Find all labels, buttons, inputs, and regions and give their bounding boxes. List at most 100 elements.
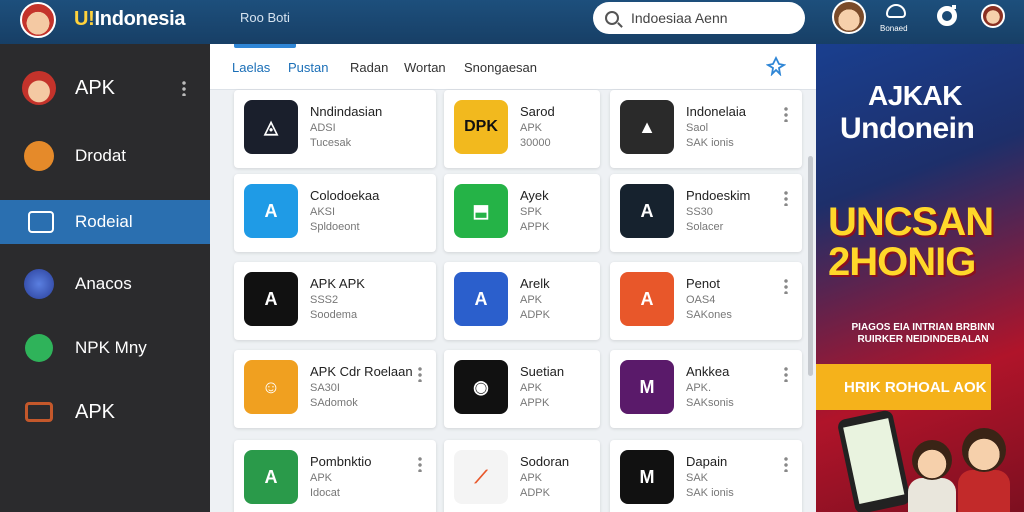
app-card[interactable]: A Arelk APK ADPK <box>444 262 600 340</box>
store-a-icon: A <box>244 184 298 238</box>
kebab-menu-icon[interactable] <box>784 366 788 382</box>
app-card[interactable]: A Colodoekaa AKSI Spldoeont <box>234 174 436 252</box>
app-title: Penot <box>686 276 720 291</box>
search-bar[interactable] <box>593 2 805 34</box>
character-face-2 <box>962 428 1006 472</box>
app-card[interactable]: A Pndoeskim SS30 Solacer <box>610 174 802 252</box>
character-body-2 <box>958 470 1010 512</box>
app-meta: APPK <box>520 397 550 409</box>
banner-headline: UNCSAN 2HONIG <box>828 200 994 284</box>
arrow-app-icon: ▲ <box>620 100 674 154</box>
app-title: Indonelaia <box>686 104 746 119</box>
app-category: APK <box>520 122 543 134</box>
app-meta: SAKones <box>686 309 732 321</box>
tab-radan[interactable]: Radan <box>350 60 388 75</box>
app-category: AKSI <box>310 206 336 218</box>
app-card[interactable]: ◉ Suetian APK APPK <box>444 350 600 428</box>
character-face-1 <box>912 440 952 480</box>
app-card[interactable]: DPK Sarod APK 30000 <box>444 90 600 168</box>
app-meta: SAK ionis <box>686 137 734 149</box>
cloud-icon[interactable] <box>886 4 906 18</box>
app-category: APK <box>520 382 543 394</box>
leaf-icon <box>25 334 53 362</box>
kebab-menu-icon[interactable] <box>784 456 788 472</box>
marp-app-icon: M <box>620 450 674 504</box>
main-content: Laelas Pustan Radan Wortan Snongaesan ◬ N… <box>210 44 816 512</box>
app-title: Pndoeskim <box>686 188 751 203</box>
banner-line2: Undonein <box>840 112 975 145</box>
sidebar-item-anacos[interactable]: Anacos <box>0 262 210 306</box>
cloud-label: Bonaed <box>880 24 908 33</box>
tab-pustan[interactable]: Pustan <box>288 60 328 75</box>
app-category: SA30I <box>310 382 340 394</box>
user-avatar[interactable] <box>832 0 866 34</box>
app-category: SS30 <box>686 206 713 218</box>
search-icon <box>605 11 619 25</box>
app-card[interactable]: ◬ Nndindasian ADSI Tucesak <box>234 90 436 168</box>
kebab-menu-icon[interactable] <box>784 190 788 206</box>
tab-wortan[interactable]: Wortan <box>404 60 446 75</box>
orange-a-icon: A <box>620 272 674 326</box>
app-title: APK Cdr Roelaan <box>310 364 413 379</box>
art-app-icon: M <box>620 360 674 414</box>
app-category: SSS2 <box>310 294 339 306</box>
android-icon <box>24 141 54 171</box>
tab-bar: Laelas Pustan Radan Wortan Snongaesan <box>210 44 816 90</box>
app-category: ADSI <box>310 122 336 134</box>
app-card[interactable]: ⬒ Ayek SPK APPK <box>444 174 600 252</box>
scrollbar[interactable] <box>808 156 813 376</box>
profile-avatar[interactable] <box>981 4 1005 28</box>
app-card[interactable]: ⟋ Sodoran APK ADPK <box>444 440 600 512</box>
kebab-menu-icon[interactable] <box>784 278 788 294</box>
sidebar-item-npk-mny[interactable]: NPK Mny <box>0 326 210 370</box>
brand-title[interactable]: U!Indonesia <box>74 8 185 31</box>
sidebar: APK Drodat Rodeial Anacos NPK Mny APK <box>0 44 210 512</box>
top-bar: U!Indonesia Roo Boti Bonaed <box>0 0 1024 44</box>
app-meta: SAK ionis <box>686 487 734 499</box>
app-card[interactable]: A Pombnktio APK Idocat <box>234 440 436 512</box>
search-input[interactable] <box>631 10 791 26</box>
kebab-menu-icon[interactable] <box>418 456 422 472</box>
app-category: APK <box>520 294 543 306</box>
app-category: SPK <box>520 206 543 218</box>
kebab-menu-icon[interactable] <box>784 106 788 122</box>
app-meta: Tucesak <box>310 137 352 149</box>
sidebar-item-apk-2[interactable]: APK <box>0 390 210 434</box>
app-card[interactable]: A APK APK SSS2 Soodema <box>234 262 436 340</box>
app-card[interactable]: ☺ APK Cdr Roelaan SA30I SAdomok <box>234 350 436 428</box>
app-meta: ADPK <box>520 309 550 321</box>
active-tab-indicator <box>234 44 296 48</box>
cat-app-icon: ☺ <box>244 360 298 414</box>
tab-snongaesan[interactable]: Snongaesan <box>464 60 537 75</box>
app-title: Sodoran <box>520 454 570 469</box>
sidebar-item-drodat[interactable]: Drodat <box>0 134 210 178</box>
pin-icon[interactable] <box>766 56 786 76</box>
app-card[interactable]: ▲ Indonelaia Saol SAK ionis <box>610 90 802 168</box>
orange-slash-icon: ⟋ <box>454 450 508 504</box>
app-title: Colodoekaa <box>310 188 380 203</box>
top-subtitle: Roo Boti <box>240 10 290 25</box>
kebab-menu-icon[interactable] <box>418 366 422 382</box>
home-icon <box>28 211 54 233</box>
triangle-app-icon: ◬ <box>244 100 298 154</box>
app-title: Ayek <box>520 188 549 203</box>
logo-mascot-icon[interactable] <box>20 2 56 38</box>
sidebar-item-apk[interactable]: APK <box>0 66 210 110</box>
app-meta: Solacer <box>686 221 724 233</box>
app-category: OAS4 <box>686 294 716 306</box>
app-card[interactable]: A Penot OAS4 SAKones <box>610 262 802 340</box>
app-card[interactable]: M Ankkea APK. SAKsonis <box>610 350 802 428</box>
blue-a-icon: A <box>454 272 508 326</box>
gear-icon[interactable] <box>937 5 957 26</box>
tab-laelas[interactable]: Laelas <box>232 60 270 75</box>
banner-cta-button[interactable]: HRIK ROHOAL AOK <box>816 364 991 410</box>
app-card[interactable]: M Dapain SAK SAK ionis <box>610 440 802 512</box>
promo-banner[interactable]: AJKAK Undonein UNCSAN 2HONIG PIAGOS EIA … <box>816 44 1024 512</box>
app-title: Sarod <box>520 104 555 119</box>
mascot-icon <box>22 71 56 105</box>
eye-app-icon: ◉ <box>454 360 508 414</box>
sidebar-item-rodeial[interactable]: Rodeial <box>0 200 210 244</box>
dpk-app-icon: DPK <box>454 100 508 154</box>
app-meta: Idocat <box>310 487 340 499</box>
kebab-menu-icon[interactable] <box>182 80 186 96</box>
